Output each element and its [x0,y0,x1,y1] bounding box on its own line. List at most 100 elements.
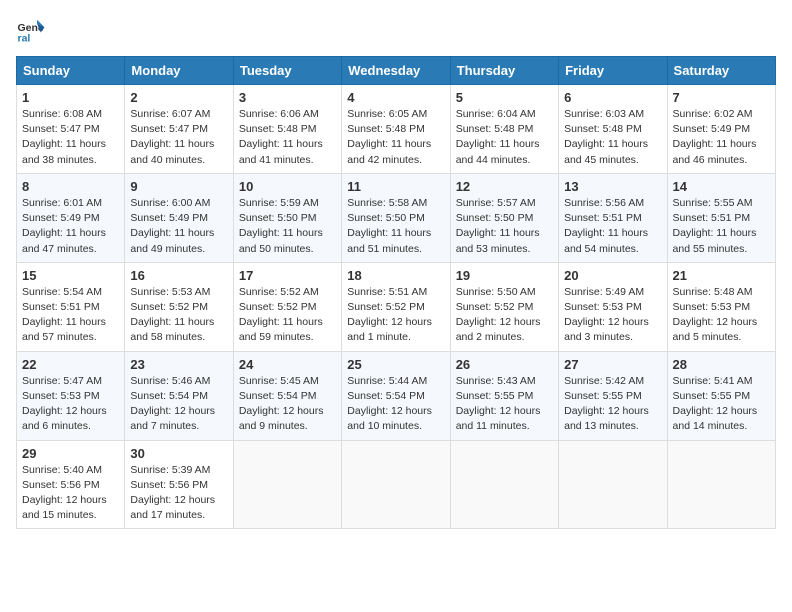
day-info: Sunrise: 5:54 AM Sunset: 5:51 PM Dayligh… [22,285,119,346]
calendar-cell: 22 Sunrise: 5:47 AM Sunset: 5:53 PM Dayl… [17,351,125,440]
header-tuesday: Tuesday [233,57,341,85]
day-number: 24 [239,357,336,372]
daylight: Daylight: 11 hours and 41 minutes. [239,138,323,165]
sunset: Sunset: 5:54 PM [347,390,425,402]
sunset: Sunset: 5:55 PM [564,390,642,402]
header-wednesday: Wednesday [342,57,450,85]
header-monday: Monday [125,57,233,85]
svg-text:ral: ral [18,33,31,45]
daylight: Daylight: 11 hours and 53 minutes. [456,227,540,254]
day-number: 9 [130,179,227,194]
day-info: Sunrise: 5:47 AM Sunset: 5:53 PM Dayligh… [22,374,119,435]
day-info: Sunrise: 5:58 AM Sunset: 5:50 PM Dayligh… [347,196,444,257]
sunrise: Sunrise: 6:01 AM [22,197,102,209]
daylight: Daylight: 11 hours and 38 minutes. [22,138,106,165]
calendar-cell: 20 Sunrise: 5:49 AM Sunset: 5:53 PM Dayl… [559,262,667,351]
calendar-cell: 9 Sunrise: 6:00 AM Sunset: 5:49 PM Dayli… [125,173,233,262]
header-thursday: Thursday [450,57,558,85]
sunset: Sunset: 5:56 PM [22,479,100,491]
daylight: Daylight: 11 hours and 54 minutes. [564,227,648,254]
sunset: Sunset: 5:50 PM [239,212,317,224]
sunset: Sunset: 5:48 PM [564,123,642,135]
calendar-cell: 23 Sunrise: 5:46 AM Sunset: 5:54 PM Dayl… [125,351,233,440]
header-sunday: Sunday [17,57,125,85]
daylight: Daylight: 12 hours and 9 minutes. [239,405,324,432]
day-info: Sunrise: 5:51 AM Sunset: 5:52 PM Dayligh… [347,285,444,346]
day-info: Sunrise: 5:45 AM Sunset: 5:54 PM Dayligh… [239,374,336,435]
day-number: 6 [564,90,661,105]
day-number: 10 [239,179,336,194]
sunset: Sunset: 5:56 PM [130,479,208,491]
sunrise: Sunrise: 6:08 AM [22,108,102,120]
day-info: Sunrise: 5:42 AM Sunset: 5:55 PM Dayligh… [564,374,661,435]
calendar-cell: 19 Sunrise: 5:50 AM Sunset: 5:52 PM Dayl… [450,262,558,351]
sunrise: Sunrise: 5:52 AM [239,286,319,298]
sunrise: Sunrise: 5:49 AM [564,286,644,298]
calendar-cell: 10 Sunrise: 5:59 AM Sunset: 5:50 PM Dayl… [233,173,341,262]
calendar-cell: 16 Sunrise: 5:53 AM Sunset: 5:52 PM Dayl… [125,262,233,351]
calendar-cell: 5 Sunrise: 6:04 AM Sunset: 5:48 PM Dayli… [450,85,558,174]
day-info: Sunrise: 5:53 AM Sunset: 5:52 PM Dayligh… [130,285,227,346]
sunset: Sunset: 5:54 PM [239,390,317,402]
sunrise: Sunrise: 6:06 AM [239,108,319,120]
calendar-cell: 3 Sunrise: 6:06 AM Sunset: 5:48 PM Dayli… [233,85,341,174]
sunset: Sunset: 5:50 PM [347,212,425,224]
calendar-cell: 11 Sunrise: 5:58 AM Sunset: 5:50 PM Dayl… [342,173,450,262]
daylight: Daylight: 11 hours and 42 minutes. [347,138,431,165]
calendar-cell: 7 Sunrise: 6:02 AM Sunset: 5:49 PM Dayli… [667,85,775,174]
sunrise: Sunrise: 5:44 AM [347,375,427,387]
sunrise: Sunrise: 5:48 AM [673,286,753,298]
day-info: Sunrise: 5:59 AM Sunset: 5:50 PM Dayligh… [239,196,336,257]
daylight: Daylight: 11 hours and 44 minutes. [456,138,540,165]
calendar-cell [233,440,341,529]
daylight: Daylight: 12 hours and 14 minutes. [673,405,758,432]
sunset: Sunset: 5:48 PM [456,123,534,135]
day-info: Sunrise: 5:52 AM Sunset: 5:52 PM Dayligh… [239,285,336,346]
sunrise: Sunrise: 6:04 AM [456,108,536,120]
sunset: Sunset: 5:51 PM [22,301,100,313]
day-info: Sunrise: 6:08 AM Sunset: 5:47 PM Dayligh… [22,107,119,168]
daylight: Daylight: 12 hours and 17 minutes. [130,494,215,521]
calendar-week-5: 29 Sunrise: 5:40 AM Sunset: 5:56 PM Dayl… [17,440,776,529]
day-number: 8 [22,179,119,194]
calendar-cell: 14 Sunrise: 5:55 AM Sunset: 5:51 PM Dayl… [667,173,775,262]
day-number: 20 [564,268,661,283]
day-number: 21 [673,268,770,283]
sunrise: Sunrise: 5:46 AM [130,375,210,387]
daylight: Daylight: 12 hours and 7 minutes. [130,405,215,432]
day-info: Sunrise: 5:44 AM Sunset: 5:54 PM Dayligh… [347,374,444,435]
day-number: 22 [22,357,119,372]
day-info: Sunrise: 5:50 AM Sunset: 5:52 PM Dayligh… [456,285,553,346]
day-info: Sunrise: 5:40 AM Sunset: 5:56 PM Dayligh… [22,463,119,524]
day-number: 11 [347,179,444,194]
sunrise: Sunrise: 6:07 AM [130,108,210,120]
day-info: Sunrise: 5:55 AM Sunset: 5:51 PM Dayligh… [673,196,770,257]
sunrise: Sunrise: 5:40 AM [22,464,102,476]
header-friday: Friday [559,57,667,85]
day-info: Sunrise: 5:39 AM Sunset: 5:56 PM Dayligh… [130,463,227,524]
sunrise: Sunrise: 5:45 AM [239,375,319,387]
calendar-cell [450,440,558,529]
calendar-cell: 2 Sunrise: 6:07 AM Sunset: 5:47 PM Dayli… [125,85,233,174]
day-number: 25 [347,357,444,372]
sunrise: Sunrise: 5:47 AM [22,375,102,387]
day-info: Sunrise: 6:05 AM Sunset: 5:48 PM Dayligh… [347,107,444,168]
sunrise: Sunrise: 5:58 AM [347,197,427,209]
sunset: Sunset: 5:53 PM [22,390,100,402]
day-number: 15 [22,268,119,283]
day-info: Sunrise: 6:03 AM Sunset: 5:48 PM Dayligh… [564,107,661,168]
day-info: Sunrise: 5:41 AM Sunset: 5:55 PM Dayligh… [673,374,770,435]
calendar-cell: 4 Sunrise: 6:05 AM Sunset: 5:48 PM Dayli… [342,85,450,174]
day-info: Sunrise: 6:00 AM Sunset: 5:49 PM Dayligh… [130,196,227,257]
daylight: Daylight: 12 hours and 13 minutes. [564,405,649,432]
sunset: Sunset: 5:52 PM [347,301,425,313]
sunrise: Sunrise: 5:50 AM [456,286,536,298]
daylight: Daylight: 11 hours and 59 minutes. [239,316,323,343]
daylight: Daylight: 12 hours and 2 minutes. [456,316,541,343]
calendar-cell: 30 Sunrise: 5:39 AM Sunset: 5:56 PM Dayl… [125,440,233,529]
daylight: Daylight: 12 hours and 10 minutes. [347,405,432,432]
calendar-cell: 1 Sunrise: 6:08 AM Sunset: 5:47 PM Dayli… [17,85,125,174]
calendar-week-4: 22 Sunrise: 5:47 AM Sunset: 5:53 PM Dayl… [17,351,776,440]
day-number: 30 [130,446,227,461]
day-number: 26 [456,357,553,372]
